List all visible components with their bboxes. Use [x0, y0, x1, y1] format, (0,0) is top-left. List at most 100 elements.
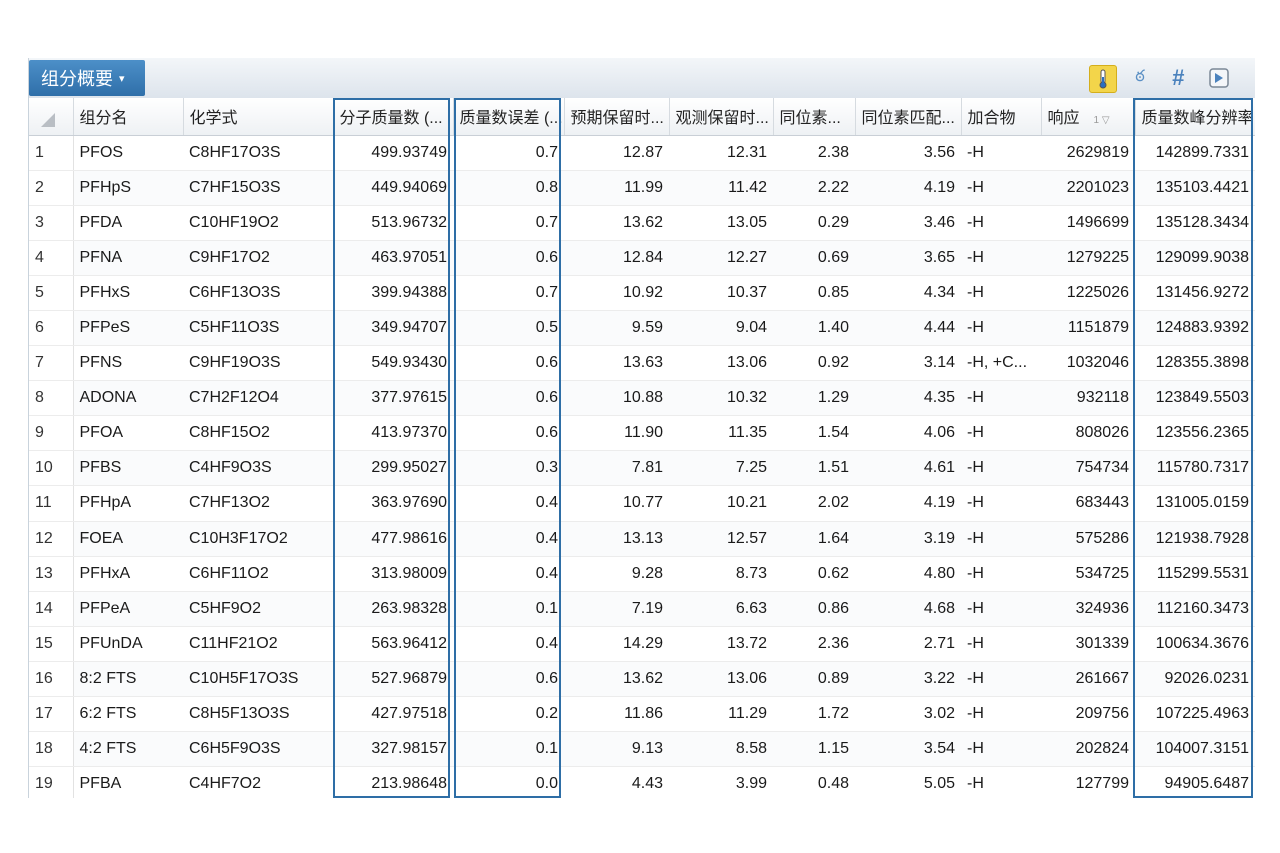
cell-component-name: PFHxA — [73, 556, 183, 592]
cell-mass-resolution: 124883.9392 — [1135, 310, 1255, 347]
thermometer-icon[interactable] — [1089, 65, 1117, 93]
cell-isotope-match: 4.34 — [855, 275, 961, 311]
table-row[interactable]: 5 PFHxS C6HF13O3S 399.94388 0.7 10.92 10.37 0.8… — [29, 275, 1255, 311]
column-header-label: 分子质量数 (... — [339, 110, 443, 128]
table-row[interactable]: 4 PFNA C9HF17O2 463.97051 0.6 12.84 12.27 0.69 3… — [29, 240, 1255, 276]
column-header-observed-rt[interactable]: 观测保留时... — [669, 98, 774, 136]
cell-observed-rt: 8.73 — [669, 556, 773, 592]
cell-response: 202824 — [1041, 731, 1135, 768]
cell-molecular-mass: 513.96732 — [333, 205, 453, 241]
table-row[interactable]: 9 PFOA C8HF15O2 413.97370 0.6 11.90 11.35 1.54 4… — [29, 415, 1255, 452]
cell-mass-resolution: 131456.9272 — [1135, 275, 1255, 311]
cell-expected-rt: 7.19 — [564, 591, 669, 627]
cell-component-name: FOEA — [73, 521, 183, 557]
cell-response: 1279225 — [1041, 240, 1135, 276]
cell-isotope: 0.86 — [773, 591, 855, 627]
row-number: 5 — [29, 275, 74, 311]
chevron-down-icon: ▾ — [119, 72, 125, 85]
cell-formula: C8H5F13O3S — [183, 696, 333, 733]
dna-icon[interactable]: ఠ — [1127, 65, 1153, 91]
column-header-label: 观测保留时... — [675, 110, 769, 128]
cell-component-name: PFPeA — [73, 591, 183, 627]
cell-isotope-match: 3.46 — [855, 205, 961, 241]
table-row[interactable]: 15 PFUnDA C11HF21O2 563.96412 0.4 14.29 13.72 2… — [29, 626, 1255, 662]
table-row[interactable]: 7 PFNS C9HF19O3S 549.93430 0.6 13.63 13.06 0.92… — [29, 345, 1255, 382]
table-row[interactable]: 18 4:2 FTS C6H5F9O3S 327.98157 0.1 9.13 8.58 1.… — [29, 731, 1255, 768]
cell-observed-rt: 11.29 — [669, 696, 773, 733]
table-row[interactable]: 13 PFHxA C6HF11O2 313.98009 0.4 9.28 8.73 0.62 4… — [29, 556, 1255, 592]
hash-icon[interactable]: # — [1165, 65, 1191, 91]
column-header-component-name[interactable]: 组分名 — [73, 98, 184, 136]
cell-mass-error: 0.4 — [453, 521, 564, 557]
cell-component-name: PFOA — [73, 415, 183, 452]
select-all-corner[interactable] — [29, 98, 74, 136]
cell-formula: C10H5F17O3S — [183, 661, 333, 698]
cell-response: 683443 — [1041, 485, 1135, 522]
cell-molecular-mass: 427.97518 — [333, 696, 453, 733]
cell-observed-rt: 10.21 — [669, 485, 773, 522]
row-number: 8 — [29, 380, 74, 417]
table-row[interactable]: 11 PFHpA C7HF13O2 363.97690 0.4 10.77 10.21 2.0… — [29, 485, 1255, 522]
cell-expected-rt: 11.99 — [564, 170, 669, 206]
table-row[interactable]: 3 PFDA C10HF19O2 513.96732 0.7 13.62 13.05 0.29… — [29, 205, 1255, 241]
cell-molecular-mass: 413.97370 — [333, 415, 453, 452]
column-header-formula[interactable]: 化学式 — [183, 98, 334, 136]
component-table: 组分名 化学式 分子质量数 (... 质量数误差 (... 预期保留时... 观测保留时.… — [29, 98, 1255, 798]
component-summary-menu-button[interactable]: 组分概要 ▾ — [29, 60, 145, 96]
cell-isotope: 2.22 — [773, 170, 855, 206]
column-header-isotope[interactable]: 同位素... — [773, 98, 856, 136]
table-row[interactable]: 8 ADONA C7H2F12O4 377.97615 0.6 10.88 10.32 1.2… — [29, 380, 1255, 417]
cell-response: 754734 — [1041, 450, 1135, 487]
table-row[interactable]: 6 PFPeS C5HF11O3S 349.94707 0.5 9.59 9.04 1.40 4… — [29, 310, 1255, 347]
table-row[interactable]: 10 PFBS C4HF9O3S 299.95027 0.3 7.81 7.25 1.51 4.… — [29, 450, 1255, 487]
column-header-isotope-match[interactable]: 同位素匹配... — [855, 98, 962, 136]
cell-adduct: -H — [961, 275, 1041, 311]
cell-expected-rt: 11.90 — [564, 415, 669, 452]
column-header-mass-resolution[interactable]: 质量数峰分辨率 — [1135, 98, 1255, 136]
cell-isotope: 0.85 — [773, 275, 855, 311]
cell-isotope: 0.62 — [773, 556, 855, 592]
row-number: 4 — [29, 240, 74, 276]
image-icon[interactable] — [1206, 65, 1232, 91]
cell-expected-rt: 9.13 — [564, 731, 669, 768]
column-header-label: 化学式 — [189, 110, 238, 128]
column-header-mass-error[interactable]: 质量数误差 (... — [453, 98, 565, 136]
column-header-expected-rt[interactable]: 预期保留时... — [564, 98, 670, 136]
cell-molecular-mass: 549.93430 — [333, 345, 453, 382]
cell-response: 261667 — [1041, 661, 1135, 698]
column-header-adduct[interactable]: 加合物 — [961, 98, 1042, 136]
cell-response: 2201023 — [1041, 170, 1135, 206]
cell-component-name: 8:2 FTS — [73, 661, 183, 698]
cell-isotope: 0.69 — [773, 240, 855, 276]
cell-observed-rt: 11.35 — [669, 415, 773, 452]
cell-mass-resolution: 107225.4963 — [1135, 696, 1255, 733]
cell-expected-rt: 4.43 — [564, 766, 669, 798]
cell-adduct: -H — [961, 521, 1041, 557]
table-row[interactable]: 17 6:2 FTS C8H5F13O3S 427.97518 0.2 11.86 11.2… — [29, 696, 1255, 733]
cell-isotope: 1.72 — [773, 696, 855, 733]
table-row[interactable]: 19 PFBA C4HF7O2 213.98648 0.0 4.43 3.99 0.48 5.0… — [29, 766, 1255, 798]
menu-label: 组分概要 — [41, 69, 113, 89]
table-row[interactable]: 1 PFOS C8HF17O3S 499.93749 0.7 12.87 12.31 2.38… — [29, 135, 1255, 171]
cell-observed-rt: 13.72 — [669, 626, 773, 662]
table-row[interactable]: 14 PFPeA C5HF9O2 263.98328 0.1 7.19 6.63 0.86 4.… — [29, 591, 1255, 627]
cell-mass-error: 0.6 — [453, 240, 564, 276]
cell-response: 1496699 — [1041, 205, 1135, 241]
cell-formula: C5HF11O3S — [183, 310, 333, 347]
table-row[interactable]: 16 8:2 FTS C10H5F17O3S 527.96879 0.6 13.62 13.… — [29, 661, 1255, 698]
cell-observed-rt: 13.06 — [669, 345, 773, 382]
table-row[interactable]: 12 FOEA C10H3F17O2 477.98616 0.4 13.13 12.57 1.… — [29, 521, 1255, 557]
column-header-response[interactable]: 响应 1 ▽ — [1041, 98, 1136, 136]
row-number: 10 — [29, 450, 74, 487]
cell-component-name: PFDA — [73, 205, 183, 241]
cell-isotope-match: 5.05 — [855, 766, 961, 798]
cell-isotope-match: 3.65 — [855, 240, 961, 276]
table-row[interactable]: 2 PFHpS C7HF15O3S 449.94069 0.8 11.99 11.42 2.2… — [29, 170, 1255, 206]
sort-indicator-icon[interactable]: 1 ▽ — [1094, 115, 1110, 126]
cell-mass-error: 0.5 — [453, 310, 564, 347]
cell-isotope: 2.02 — [773, 485, 855, 522]
column-header-molecular-mass[interactable]: 分子质量数 (... — [333, 98, 454, 136]
cell-component-name: PFHpS — [73, 170, 183, 206]
cell-response: 808026 — [1041, 415, 1135, 452]
cell-isotope-match: 4.35 — [855, 380, 961, 417]
